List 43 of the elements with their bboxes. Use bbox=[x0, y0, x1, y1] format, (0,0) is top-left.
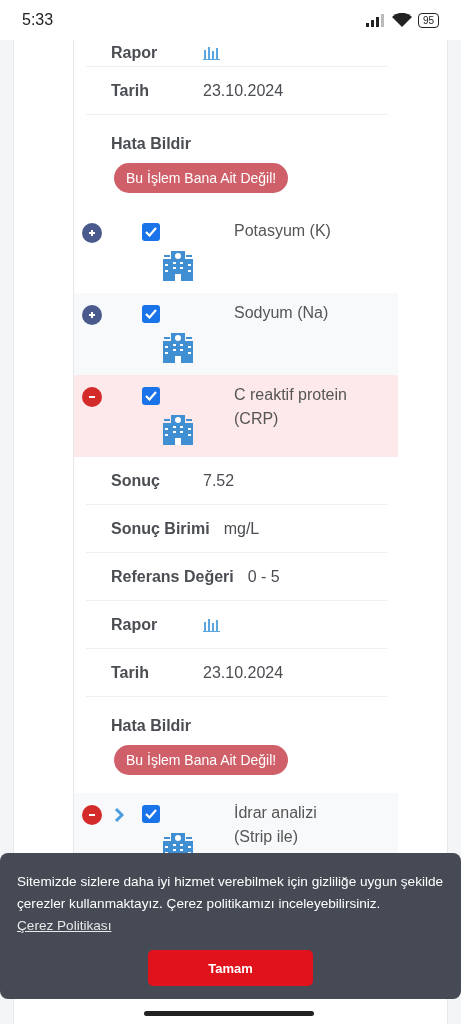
report-label: Hata Bildir bbox=[110, 134, 192, 154]
report-error-button[interactable]: Bu İşlem Bana Ait Değil! bbox=[114, 163, 289, 193]
hospital-building-icon bbox=[162, 413, 194, 445]
expand-icon[interactable] bbox=[82, 223, 102, 243]
signal-icon bbox=[365, 13, 386, 27]
bar-chart-icon[interactable] bbox=[203, 46, 221, 60]
test-name: İdrar analizi (Strip ile) bbox=[234, 803, 318, 847]
field-value: 23.10.2024 bbox=[203, 663, 284, 682]
field-value: mg/L bbox=[223, 519, 260, 538]
hospital-building-icon bbox=[162, 331, 194, 363]
collapse-icon[interactable] bbox=[82, 805, 102, 825]
accept-button[interactable]: Tamam bbox=[148, 950, 313, 986]
checkbox[interactable] bbox=[142, 305, 160, 323]
battery-level: 95 bbox=[417, 12, 439, 28]
cookie-message: Sitemizde sizlere daha iyi hizmet verebilmek için gizliliğe uygun şekilde çerezler kullanmaktayız. Çerez politikamızı inceleyebilirsiniz. bbox=[17, 873, 444, 913]
checkbox[interactable] bbox=[142, 387, 160, 405]
field-label: Rapor bbox=[111, 615, 159, 634]
hospital-building-icon bbox=[162, 249, 194, 281]
test-name: C reaktif protein (CRP) bbox=[234, 385, 348, 429]
field-value: 23.10.2024 bbox=[203, 81, 284, 100]
field-value: 7.52 bbox=[203, 471, 235, 490]
field-value: 0 - 5 bbox=[247, 567, 280, 586]
status-time: 5:33 bbox=[22, 11, 54, 29]
test-row[interactable]: C reaktif protein (CRP) bbox=[74, 375, 398, 457]
field-label: Referans Değeri bbox=[111, 567, 234, 586]
test-name: Sodyum (Na) bbox=[234, 303, 330, 323]
chevron-right-icon[interactable] bbox=[114, 807, 124, 823]
cookie-policy-link[interactable]: Çerez Politikası bbox=[17, 918, 112, 933]
test-row[interactable]: Sodyum (Na) bbox=[74, 293, 398, 375]
wifi-icon bbox=[391, 12, 412, 28]
collapse-icon[interactable] bbox=[82, 387, 102, 407]
field-label: Tarih bbox=[111, 663, 150, 682]
field-label: Sonuç Birimi bbox=[111, 519, 210, 538]
field-label: Rapor bbox=[111, 44, 159, 62]
expand-icon[interactable] bbox=[82, 305, 102, 325]
checkbox[interactable] bbox=[142, 223, 160, 241]
checkbox[interactable] bbox=[142, 805, 160, 823]
report-error-button[interactable]: Bu İşlem Bana Ait Değil! bbox=[114, 745, 289, 775]
test-name: Potasyum (K) bbox=[234, 221, 332, 241]
field-label: Sonuç bbox=[111, 471, 161, 490]
field-label: Tarih bbox=[111, 81, 150, 100]
bar-chart-icon[interactable] bbox=[203, 617, 221, 632]
report-label: Hata Bildir bbox=[110, 716, 192, 736]
